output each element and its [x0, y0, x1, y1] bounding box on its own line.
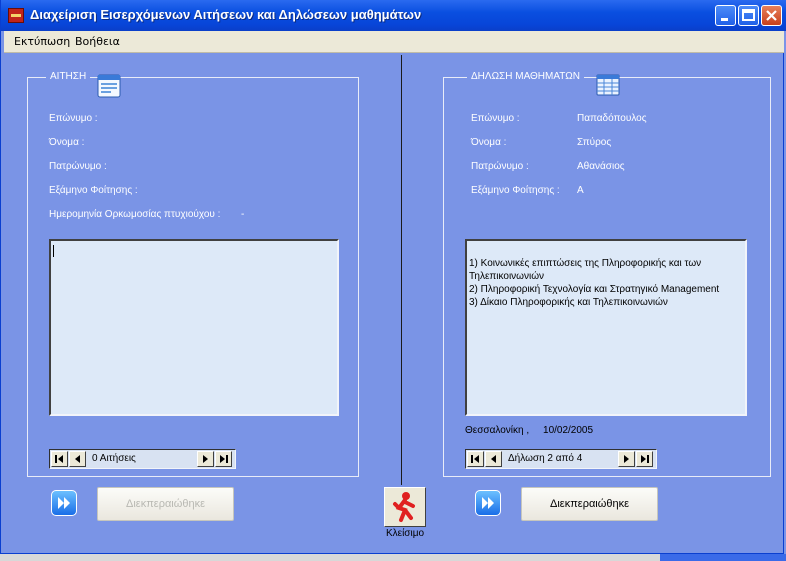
- last-record-button[interactable]: [215, 451, 232, 467]
- course-item: 3) Δίκαιο Πληροφορικής και Τηλεπικοινωνι…: [469, 297, 668, 308]
- courses-textbox[interactable]: 1) Κοινωνικές επιπτώσεις της Πληροφορική…: [465, 239, 747, 416]
- last-declaration-button[interactable]: [636, 451, 653, 467]
- first-icon: [471, 455, 479, 463]
- application-navigator: 0 Αιτήσεις: [49, 449, 236, 469]
- declaration-navigator: Δήλωση 2 από 4: [465, 449, 657, 469]
- first-record-button[interactable]: [51, 451, 68, 467]
- last-icon: [641, 455, 649, 463]
- window-title: Διαχείριση Εισερχόμενων Αιτήσεων και Δηλ…: [30, 7, 422, 22]
- next-declaration-button[interactable]: [618, 451, 635, 467]
- maximize-button[interactable]: [738, 5, 759, 26]
- place-date: Θεσσαλονίκη , 10/02/2005: [465, 425, 594, 436]
- center-divider: [401, 55, 402, 485]
- minimize-button[interactable]: [715, 5, 736, 26]
- taskbar-strip: [0, 554, 786, 561]
- right-fathername-value: Αθανάσιος: [577, 161, 625, 172]
- previous-record-button[interactable]: [69, 451, 86, 467]
- right-complete-button[interactable]: Διεκπεραιώθηκε: [521, 487, 658, 521]
- previous-icon: [491, 455, 496, 463]
- exit-person-icon: [393, 492, 415, 522]
- left-semester-label: Εξάμηνο Φοίτησης :: [49, 185, 138, 196]
- left-oath-date-value: -: [241, 209, 245, 220]
- fast-forward-icon: [58, 497, 70, 509]
- application-count: 0 Αιτήσεις: [92, 453, 136, 464]
- text-caret: [53, 245, 54, 257]
- left-surname-label: Επώνυμο :: [49, 113, 98, 124]
- table-icon: [596, 74, 620, 96]
- fast-forward-icon: [482, 497, 494, 509]
- menu-bar: Εκτύπωση Βοήθεια: [4, 31, 784, 53]
- course-item: 1) Κοινωνικές επιπτώσεις της Πληροφορική…: [469, 258, 702, 282]
- title-bar[interactable]: Διαχείριση Εισερχόμενων Αιτήσεων και Δηλ…: [1, 0, 786, 31]
- previous-declaration-button[interactable]: [485, 451, 502, 467]
- exit-label: Κλείσιμο: [385, 528, 425, 539]
- right-surname-label: Επώνυμο :: [471, 113, 520, 124]
- right-fathername-label: Πατρώνυμο :: [471, 161, 529, 172]
- right-semester-value: Α: [577, 185, 584, 196]
- declaration-position: Δήλωση 2 από 4: [508, 453, 583, 464]
- first-icon: [55, 455, 63, 463]
- exit-button[interactable]: [384, 487, 426, 527]
- right-forward-button[interactable]: [475, 490, 501, 516]
- next-record-button[interactable]: [197, 451, 214, 467]
- right-semester-label: Εξάμηνο Φοίτησης :: [471, 185, 560, 196]
- next-icon: [203, 455, 208, 463]
- app-window: Διαχείριση Εισερχόμενων Αιτήσεων και Δηλ…: [0, 0, 786, 554]
- left-complete-button[interactable]: Διεκπεραιώθηκε: [97, 487, 234, 521]
- form-icon: [97, 74, 121, 98]
- close-window-button[interactable]: [761, 5, 782, 26]
- application-textbox[interactable]: [49, 239, 339, 416]
- application-group-label: ΑΙΤΗΣΗ: [46, 71, 91, 82]
- next-icon: [624, 455, 629, 463]
- course-item: 2) Πληροφορική Τεχνολογία και Στρατηγικό…: [469, 284, 720, 295]
- previous-icon: [75, 455, 80, 463]
- right-firstname-value: Σπύρος: [577, 137, 612, 148]
- left-oath-date-label: Ημερομηνία Ορκωμοσίας πτυχιούχου :: [49, 209, 221, 220]
- left-fathername-label: Πατρώνυμο :: [49, 161, 107, 172]
- minimize-icon: [721, 18, 728, 21]
- first-declaration-button[interactable]: [467, 451, 484, 467]
- left-forward-button[interactable]: [51, 490, 77, 516]
- close-icon: [766, 10, 777, 21]
- right-firstname-label: Όνομα :: [471, 137, 507, 148]
- left-firstname-label: Όνομα :: [49, 137, 85, 148]
- declaration-group-label: ΔΗΛΩΣΗ ΜΑΘΗΜΑΤΩΝ: [467, 71, 584, 82]
- maximize-icon: [742, 9, 755, 21]
- last-icon: [220, 455, 228, 463]
- app-icon[interactable]: [8, 8, 24, 23]
- right-surname-value: Παπαδόπουλος: [577, 113, 647, 124]
- menu-print[interactable]: Εκτύπωση: [14, 35, 70, 48]
- menu-help[interactable]: Βοήθεια: [75, 35, 120, 48]
